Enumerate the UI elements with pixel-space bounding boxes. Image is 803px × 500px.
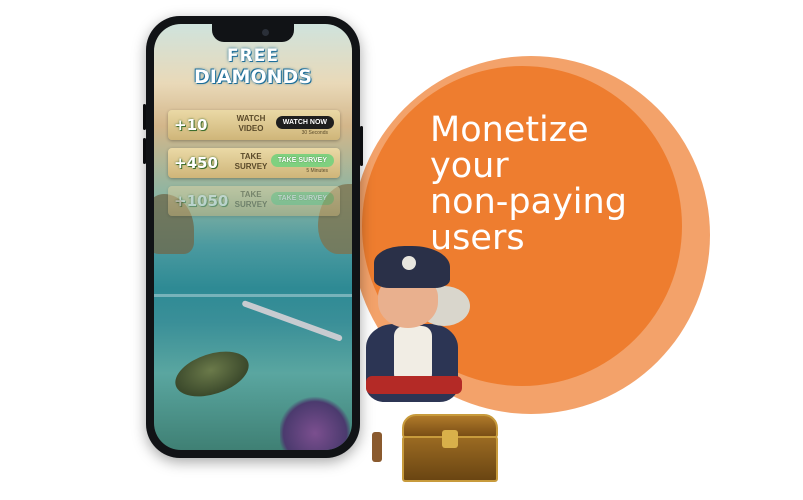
headline-line: non-paying [430,182,627,222]
offer-duration: 30 Seconds [301,130,328,136]
offer-amount: +450 [174,154,218,172]
offer-amount: +1050 [174,192,229,210]
watch-now-button[interactable]: WATCH NOW [275,116,334,129]
offer-amount: +10 [174,116,208,134]
peg-leg [372,432,382,462]
sea-turtle-icon [169,343,255,405]
offer-card-watch-video[interactable]: +10 WATCH VIDEO WATCH NOW 30 Seconds [168,110,340,140]
offer-label: WATCH VIDEO [236,114,266,133]
lock-icon [442,430,458,448]
logo-line1: FREE [227,46,279,66]
pirate-sash [366,376,462,394]
free-diamonds-logo: FREE DIAMONDS [186,46,320,88]
offer-card-survey-faded[interactable]: +1050 TAKE SURVEY TAKE SURVEY [168,186,340,216]
camera-icon [262,29,269,36]
skull-icon [402,256,416,270]
headline: Monetize your non-paying users [430,112,670,256]
take-survey-button[interactable]: TAKE SURVEY [270,192,334,205]
power-button [360,126,363,166]
offer-label: TAKE SURVEY [234,152,268,171]
headline-line: Monetize [430,110,589,150]
take-survey-button[interactable]: TAKE SURVEY [270,154,334,167]
logo-line2: DIAMONDS [194,66,312,88]
treasure-chest-icon [402,414,498,482]
offer-card-survey[interactable]: +450 TAKE SURVEY TAKE SURVEY 5 Minutes [168,148,340,178]
volume-down-button [143,138,146,164]
offer-label: TAKE SURVEY [234,190,268,209]
offer-duration: 5 Minutes [306,168,328,174]
volume-up-button [143,104,146,130]
headline-line: your [430,146,509,186]
phone-notch [212,24,294,42]
